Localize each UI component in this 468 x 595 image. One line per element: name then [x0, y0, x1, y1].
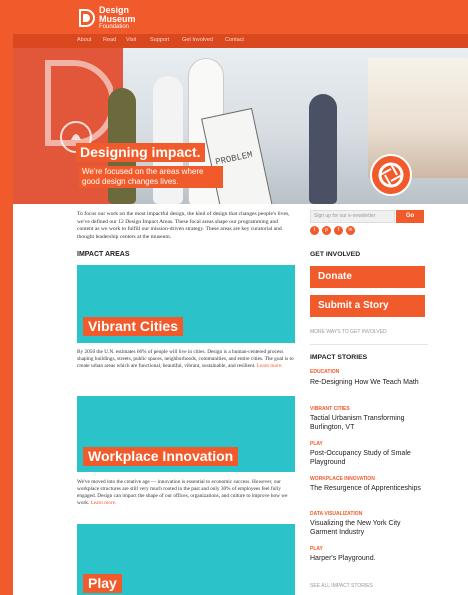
card-workplace-innovation[interactable]: Workplace Innovation [77, 396, 295, 472]
divider [310, 344, 428, 345]
story-category[interactable]: DATA VISUALIZATION [310, 511, 362, 517]
nav-get-involved[interactable]: Get Involved [182, 37, 213, 43]
card-title[interactable]: Play [83, 574, 122, 593]
impact-areas-heading: IMPACT AREAS [77, 251, 130, 258]
logo-line3: Foundation [99, 24, 130, 30]
story-category[interactable]: PLAY [310, 441, 323, 447]
aperture-icon [378, 162, 404, 188]
story-title[interactable]: The Resurgence of Apprenticeships [310, 484, 428, 493]
main-nav: About Read Visit Support Get Involved Co… [13, 34, 468, 48]
aperture-badge-icon [370, 154, 412, 196]
card-title[interactable]: Vibrant Cities [83, 317, 183, 336]
more-ways-link[interactable]: MORE WAYS TO GET INVOLVED [310, 329, 387, 335]
nav-visit[interactable]: Visit [126, 37, 136, 43]
intro-paragraph: To focus our work on the most impactful … [77, 211, 290, 240]
get-involved-heading: GET INVOLVED [310, 251, 361, 258]
learn-more-link[interactable]: Learn more. [91, 500, 117, 506]
facebook-icon[interactable]: f [334, 226, 343, 235]
story-category[interactable]: PLAY [310, 546, 323, 552]
story-category[interactable]: EDUCATION [310, 369, 339, 375]
card-text: By 2050 the U.N. estimates 66% of people… [77, 349, 295, 370]
pinterest-icon[interactable]: p [322, 226, 331, 235]
nav-read[interactable]: Read [103, 37, 116, 43]
hero-subtitle: We're focused on the areas where good de… [79, 166, 223, 188]
story-title[interactable]: Post-Occupancy Study of Smale Playground [310, 449, 428, 467]
story-title[interactable]: Re-Designing How We Teach Math [310, 378, 428, 387]
board-text: PROBLEM [214, 149, 254, 168]
go-button[interactable]: Go [396, 210, 424, 223]
nav-contact[interactable]: Contact [225, 37, 244, 43]
see-all-stories-link[interactable]: SEE ALL IMPACT STORIES [310, 583, 373, 589]
linkedin-icon[interactable]: in [346, 226, 355, 235]
donate-button[interactable]: Donate [310, 266, 425, 288]
page-frame: Design Museum Foundation About Read Visi… [13, 0, 468, 595]
hero-title: Designing impact. [76, 143, 205, 162]
card-text: We've moved into the creative age — inno… [77, 479, 295, 507]
person-right [309, 94, 337, 204]
site-header: Design Museum Foundation [13, 0, 468, 34]
hero-image: PROBLEM Designing impact. We're focused … [13, 48, 468, 204]
submit-story-button[interactable]: Submit a Story [310, 295, 425, 317]
story-category[interactable]: VIBRANT CITIES [310, 406, 350, 412]
story-title[interactable]: Visualizing the New York City Garment In… [310, 519, 428, 537]
newsletter-input[interactable]: Sign up for our e-newsletter [310, 210, 395, 223]
card-title[interactable]: Workplace Innovation [83, 447, 239, 466]
story-title[interactable]: Tactial Urbanism Transforming Burlington… [310, 414, 428, 432]
nav-support[interactable]: Support [150, 37, 169, 43]
logo-line2: Museum [99, 14, 136, 24]
impact-stories-heading: IMPACT STORIES [310, 354, 368, 361]
card-vibrant-cities[interactable]: Vibrant Cities [77, 265, 295, 343]
card-play[interactable]: Play [77, 524, 295, 595]
twitter-icon[interactable]: t [310, 226, 319, 235]
site-logo[interactable]: Design Museum Foundation [99, 6, 136, 31]
learn-more-link[interactable]: Learn more. [257, 363, 283, 369]
story-title[interactable]: Harper's Playground. [310, 554, 428, 563]
nav-about[interactable]: About [77, 37, 91, 43]
story-category[interactable]: WORKPLACE INNOVATION [310, 476, 375, 482]
museum-logo-icon[interactable] [79, 9, 95, 27]
